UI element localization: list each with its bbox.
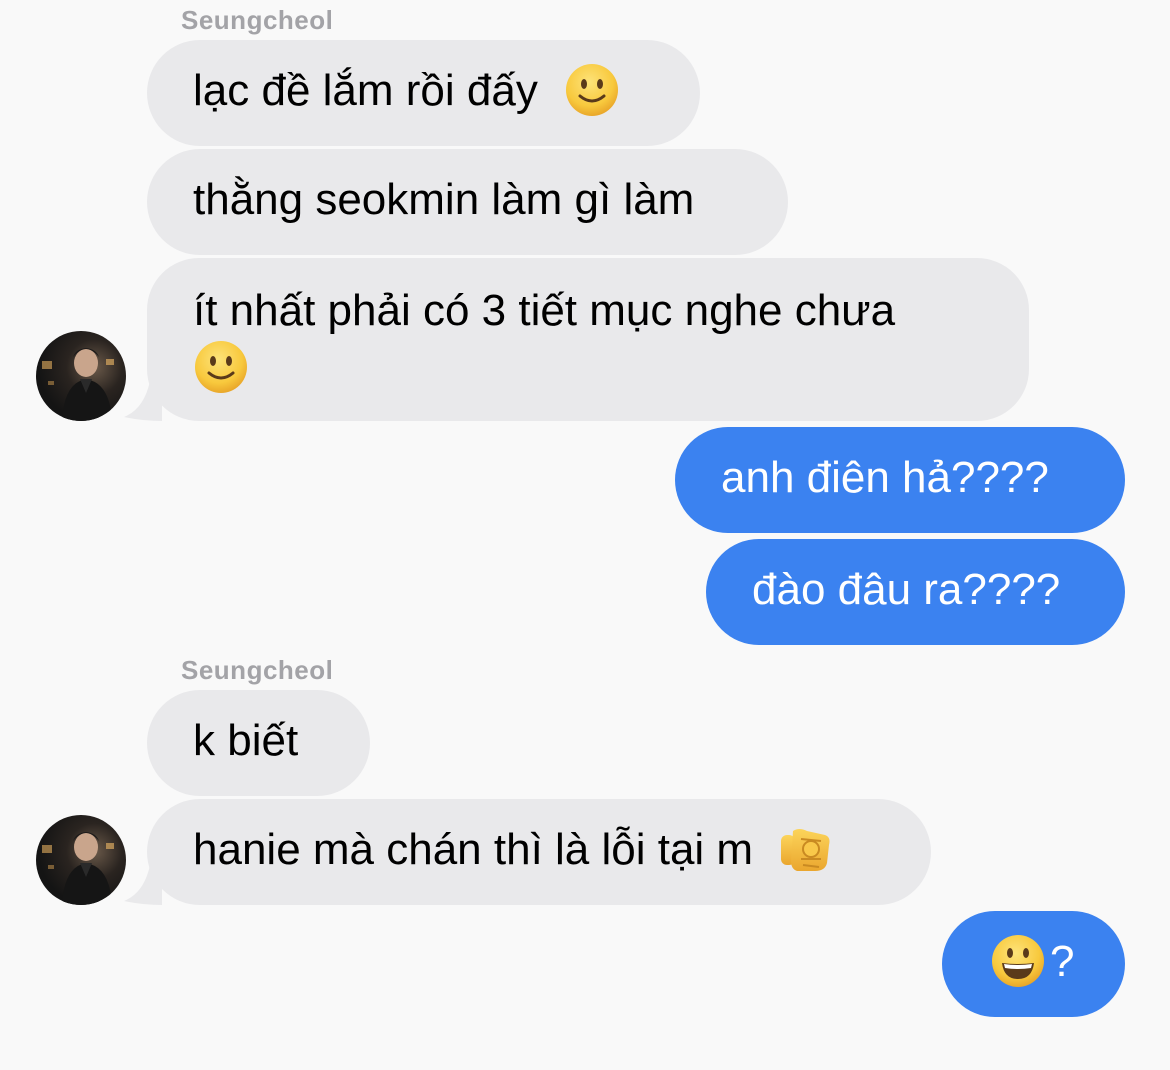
incoming-message[interactable]: k biết bbox=[147, 690, 370, 796]
chat-transcript: Seungcheol lạc đề lắm rồi đấy thằng seok… bbox=[0, 0, 1170, 1070]
message-text: hanie mà chán thì là lỗi tại m bbox=[193, 825, 754, 874]
outgoing-message[interactable]: đào đâu ra???? bbox=[706, 539, 1125, 645]
avatar[interactable] bbox=[36, 331, 126, 421]
message-text: lạc đề lắm rồi đấy bbox=[193, 66, 538, 115]
bubble-tail-icon bbox=[124, 865, 162, 905]
incoming-message[interactable]: lạc đề lắm rồi đấy bbox=[147, 40, 700, 146]
message-text: ít nhất phải có 3 tiết mục nghe chưa bbox=[193, 286, 896, 335]
outgoing-message[interactable]: anh điên hả???? bbox=[675, 427, 1125, 533]
message-text: ? bbox=[1050, 937, 1075, 986]
incoming-message[interactable]: ít nhất phải có 3 tiết mục nghe chưa bbox=[147, 258, 1029, 421]
sender-name: Seungcheol bbox=[181, 5, 334, 35]
message-text: đào đâu ra???? bbox=[752, 565, 1061, 614]
incoming-message[interactable]: thằng seokmin làm gì làm bbox=[147, 149, 788, 255]
incoming-message[interactable]: hanie mà chán thì là lỗi tại m bbox=[147, 799, 931, 905]
avatar[interactable] bbox=[36, 815, 126, 905]
outgoing-message[interactable]: ? bbox=[942, 911, 1125, 1017]
slightly-smiling-face-icon bbox=[193, 339, 249, 395]
sender-name: Seungcheol bbox=[181, 655, 334, 685]
slightly-smiling-face-icon bbox=[564, 62, 620, 118]
message-text: anh điên hả???? bbox=[721, 453, 1049, 502]
message-text: thằng seokmin làm gì làm bbox=[193, 175, 695, 224]
message-text: k biết bbox=[193, 716, 299, 765]
bubble-tail-icon bbox=[124, 381, 162, 421]
backhand-index-pointing-at-viewer-icon bbox=[777, 821, 833, 877]
grinning-face-icon bbox=[990, 933, 1046, 989]
